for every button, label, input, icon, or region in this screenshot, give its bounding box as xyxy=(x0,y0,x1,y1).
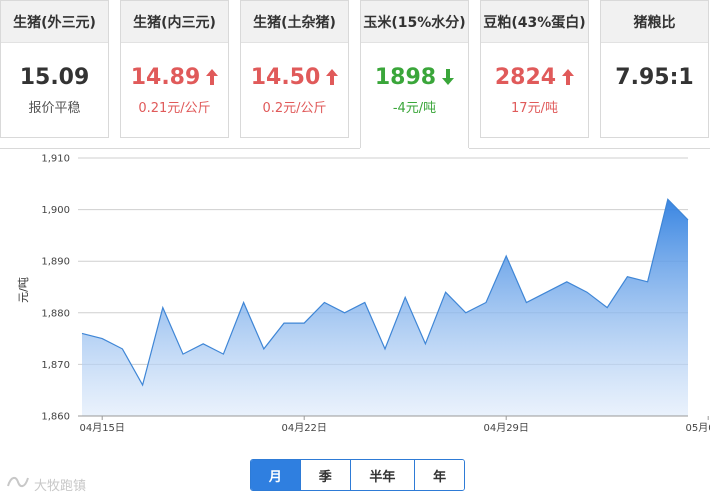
period-halfyear-button[interactable]: 半年 xyxy=(349,460,415,490)
card-title: 生猪(外三元) xyxy=(1,1,108,43)
y-axis-label: 元/吨 xyxy=(17,277,30,303)
card-value: 1898 xyxy=(361,61,468,93)
card-value: 14.89 xyxy=(121,61,228,93)
area-fill xyxy=(82,199,688,416)
y-tick-label: 1,900 xyxy=(41,205,70,216)
price-cards: 生猪(外三元) 15.09 报价平稳 生猪(内三元) 14.89 0.21元/公… xyxy=(0,0,710,148)
watermark-text: 大牧跑镇 xyxy=(34,478,87,494)
arrow-up-icon xyxy=(326,69,339,85)
period-year-button[interactable]: 年 xyxy=(414,460,464,490)
card-soymeal[interactable]: 豆粕(43%蛋白) 2824 17元/吨 xyxy=(480,0,589,138)
watermark-logo-icon xyxy=(6,474,30,494)
card-title: 生猪(土杂猪) xyxy=(241,1,348,43)
y-tick-label: 1,870 xyxy=(41,360,70,371)
arrow-down-icon xyxy=(442,69,455,85)
card-pig-local[interactable]: 生猪(土杂猪) 14.50 0.2元/公斤 xyxy=(240,0,349,138)
period-quarter-button[interactable]: 季 xyxy=(299,460,350,490)
card-change: 0.21元/公斤 xyxy=(138,101,211,116)
x-tick-label: 04月29日 xyxy=(483,422,528,434)
card-value: 2824 xyxy=(481,61,588,93)
card-pig-outer[interactable]: 生猪(外三元) 15.09 报价平稳 xyxy=(0,0,109,138)
y-tick-label: 1,910 xyxy=(41,154,70,165)
card-change: 17元/吨 xyxy=(511,101,558,116)
card-title: 玉米(15%水分) xyxy=(361,1,468,43)
card-change: 报价平稳 xyxy=(28,101,81,116)
card-title: 豆粕(43%蛋白) xyxy=(481,1,588,43)
card-pig-grain-ratio[interactable]: 猪粮比 7.95:1 xyxy=(600,0,709,138)
y-tick-label: 1,860 xyxy=(41,412,70,423)
card-title: 猪粮比 xyxy=(601,1,708,43)
arrow-up-icon xyxy=(562,69,575,85)
x-tick-label: 04月15日 xyxy=(79,422,124,434)
card-title: 生猪(内三元) xyxy=(121,1,228,43)
y-tick-label: 1,890 xyxy=(41,257,70,268)
card-value: 15.09 xyxy=(19,64,90,90)
card-corn[interactable]: 玉米(15%水分) 1898 -4元/吨 xyxy=(360,0,469,148)
card-value: 7.95:1 xyxy=(615,64,694,90)
card-change: -4元/吨 xyxy=(392,101,437,116)
card-value: 14.50 xyxy=(241,61,348,93)
x-tick-label: 05月06日 xyxy=(685,422,710,434)
y-tick-label: 1,880 xyxy=(41,308,70,319)
period-selector: 月 季 半年 年 xyxy=(250,459,465,491)
period-month-button[interactable]: 月 xyxy=(251,460,300,490)
card-pig-inner[interactable]: 生猪(内三元) 14.89 0.21元/公斤 xyxy=(120,0,229,138)
x-tick-label: 04月22日 xyxy=(281,422,326,434)
card-change: 0.2元/公斤 xyxy=(262,101,327,116)
watermark: 大牧跑镇 xyxy=(6,474,86,494)
chart-svg: 1,860 1,870 1,880 1,890 1,900 1,910 04月15日 04月… xyxy=(0,148,710,434)
arrow-up-icon xyxy=(206,69,219,85)
price-chart: 1,860 1,870 1,880 1,890 1,900 1,910 04月15日 04月… xyxy=(0,148,710,448)
